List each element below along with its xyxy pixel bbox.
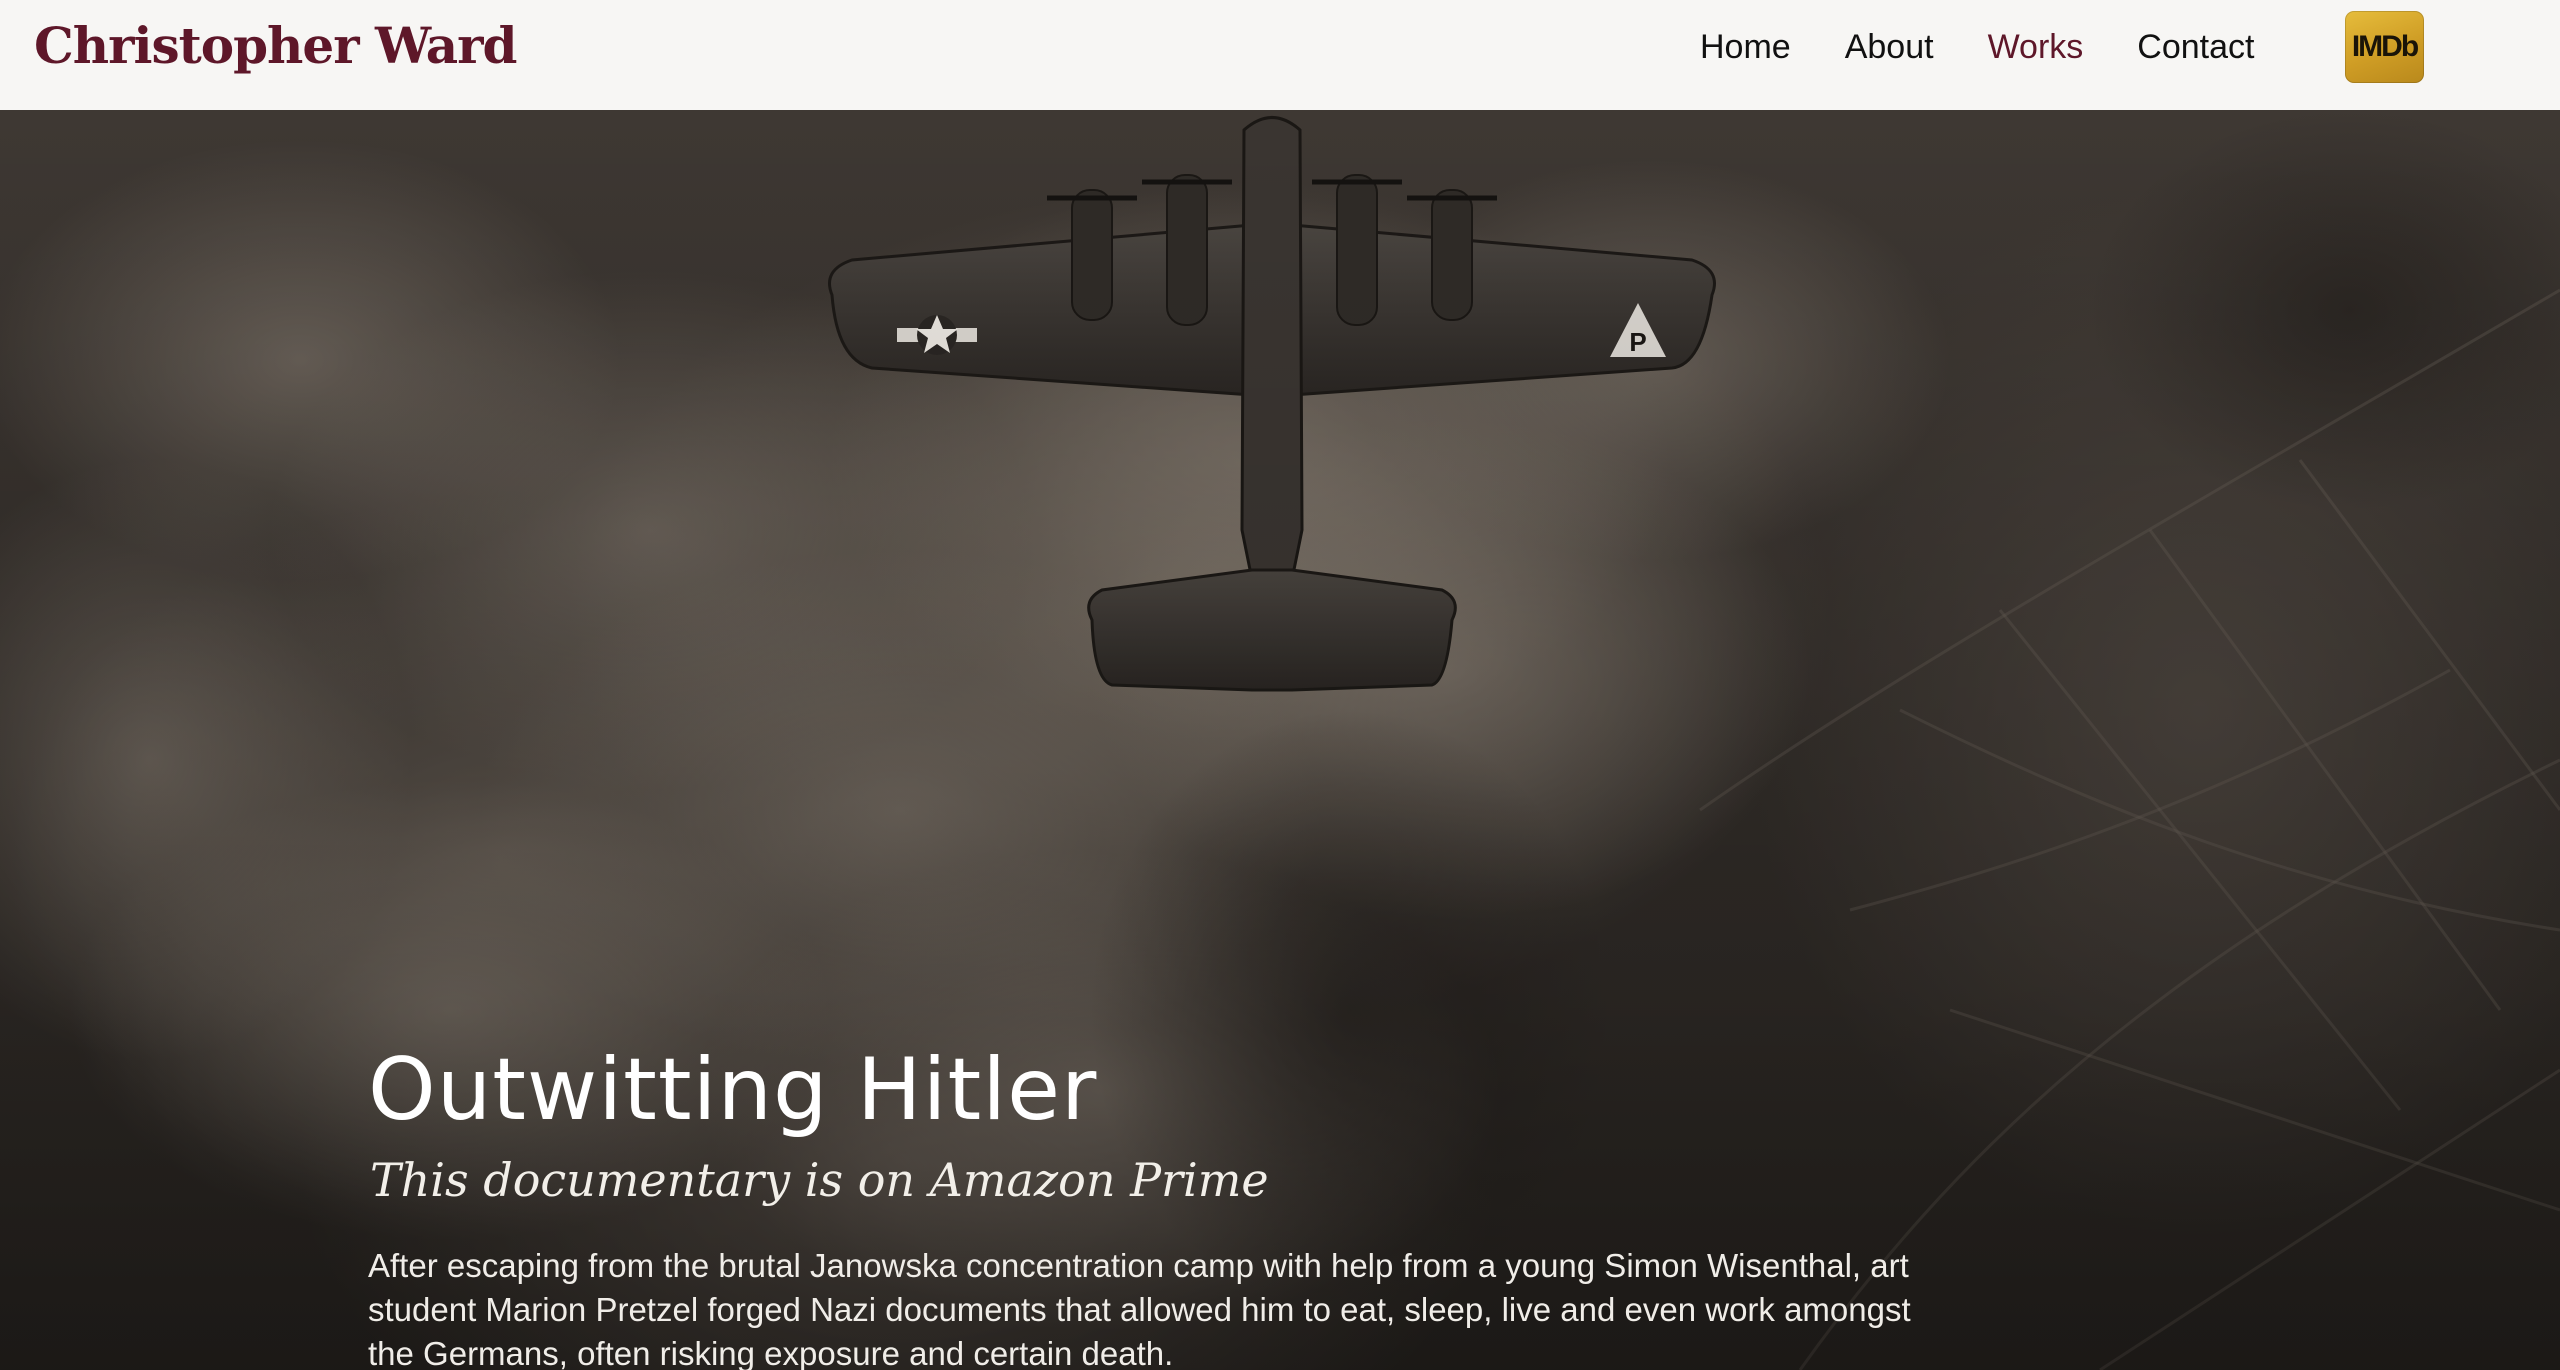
site-header: Christopher Ward Home About Works Contac… <box>0 0 2560 110</box>
main-nav: Home About Works Contact <box>1700 0 2254 94</box>
hero-section: P Outwitting Hitler This documentary is … <box>0 110 2560 1370</box>
film-title: Outwitting Hitler <box>368 1040 1098 1140</box>
nav-contact[interactable]: Contact <box>2137 27 2254 67</box>
site-logo[interactable]: Christopher Ward <box>34 14 517 78</box>
nav-home[interactable]: Home <box>1700 27 1791 67</box>
film-description: After escaping from the brutal Janowska … <box>368 1247 1911 1370</box>
hero-content: Outwitting Hitler This documentary is on… <box>368 1038 1928 1370</box>
film-subtitle: This documentary is on Amazon Prime <box>370 1153 1269 1207</box>
imdb-icon[interactable]: IMDb <box>2345 11 2424 83</box>
page: Christopher Ward Home About Works Contac… <box>0 0 2560 1370</box>
nav-about[interactable]: About <box>1845 27 1934 67</box>
nav-works[interactable]: Works <box>1988 27 2084 67</box>
